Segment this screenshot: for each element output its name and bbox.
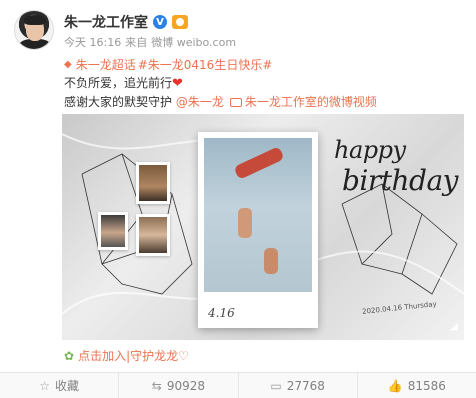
comment-button[interactable]: ▭ 27768 [239, 373, 358, 398]
video-link[interactable]: 朱一龙工作室的微博视频 [245, 95, 377, 109]
source-prefix: 来自 [125, 36, 148, 49]
like-icon: 👍 [387, 378, 403, 393]
diamond-icon: ◆ [64, 59, 72, 70]
mention-link[interactable]: @朱一龙 [176, 95, 224, 109]
brand-mark-icon: ◢ [450, 321, 458, 332]
heart-icon: ❤ [172, 76, 183, 91]
repost-button[interactable]: ⇆ 90928 [119, 373, 239, 398]
fan-badge-icon[interactable] [172, 15, 188, 29]
verified-icon: V [153, 15, 167, 29]
polaroid-signature: 4.16 [208, 306, 235, 320]
post-text: ◆ 朱一龙超话 #朱一龙0416生日快乐# 不负所爱，追光前行❤ 感谢大家的默契… [64, 56, 377, 111]
happy-text: happy [334, 136, 406, 164]
avatar[interactable] [14, 10, 54, 50]
post-source[interactable]: 微博 weibo.com [151, 34, 236, 50]
repost-count: 90928 [166, 378, 205, 393]
hashtag-link[interactable]: #朱一龙0416生日快乐# [138, 56, 273, 74]
comment-icon: ▭ [270, 378, 282, 393]
post-time[interactable]: 今天 16:16 [64, 34, 121, 50]
thanks-text: 感谢大家的默契守护 [64, 95, 173, 109]
photo-thumbnail [136, 214, 170, 256]
favorite-button[interactable]: ☆ 收藏 [0, 373, 120, 398]
text-line-2-content: 不负所爱，追光前行 [64, 76, 173, 90]
favorite-label: 收藏 [55, 379, 80, 393]
author-name[interactable]: 朱一龙工作室 [64, 12, 148, 32]
video-icon [229, 98, 242, 107]
author-row: 朱一龙工作室 V [64, 12, 188, 32]
repost-icon: ⇆ [151, 378, 162, 393]
post-meta: 今天 16:16 来自 微博 weibo.com [64, 34, 236, 50]
polaroid-photo: 4.16 [198, 132, 318, 328]
birthday-text: birthday [342, 164, 458, 197]
action-bar: ☆ 收藏 ⇆ 90928 ▭ 27768 👍 81586 [0, 372, 476, 398]
topic-line: ◆ 朱一龙超话 #朱一龙0416生日快乐# [64, 56, 377, 74]
comment-count: 27768 [286, 378, 325, 393]
photo-thumbnail [136, 162, 170, 204]
text-line-2: 不负所爱，追光前行❤ [64, 74, 377, 93]
join-text[interactable]: 点击加入|守护龙龙♡ [78, 347, 189, 364]
flower-icon: ✿ [64, 348, 75, 363]
photo-thumbnail [98, 212, 128, 250]
star-icon: ☆ [39, 378, 50, 393]
super-topic-link[interactable]: 朱一龙超话 [76, 56, 136, 74]
like-count: 81586 [407, 378, 446, 393]
text-line-3: 感谢大家的默契守护 @朱一龙 朱一龙工作室的微博视频 [64, 93, 377, 111]
video-player[interactable]: 4.16 happy birthday 2020.04.16 Thursday … [62, 114, 464, 340]
like-button[interactable]: 👍 81586 [358, 373, 476, 398]
join-fan-group[interactable]: ✿ 点击加入|守护龙龙♡ [64, 347, 189, 364]
